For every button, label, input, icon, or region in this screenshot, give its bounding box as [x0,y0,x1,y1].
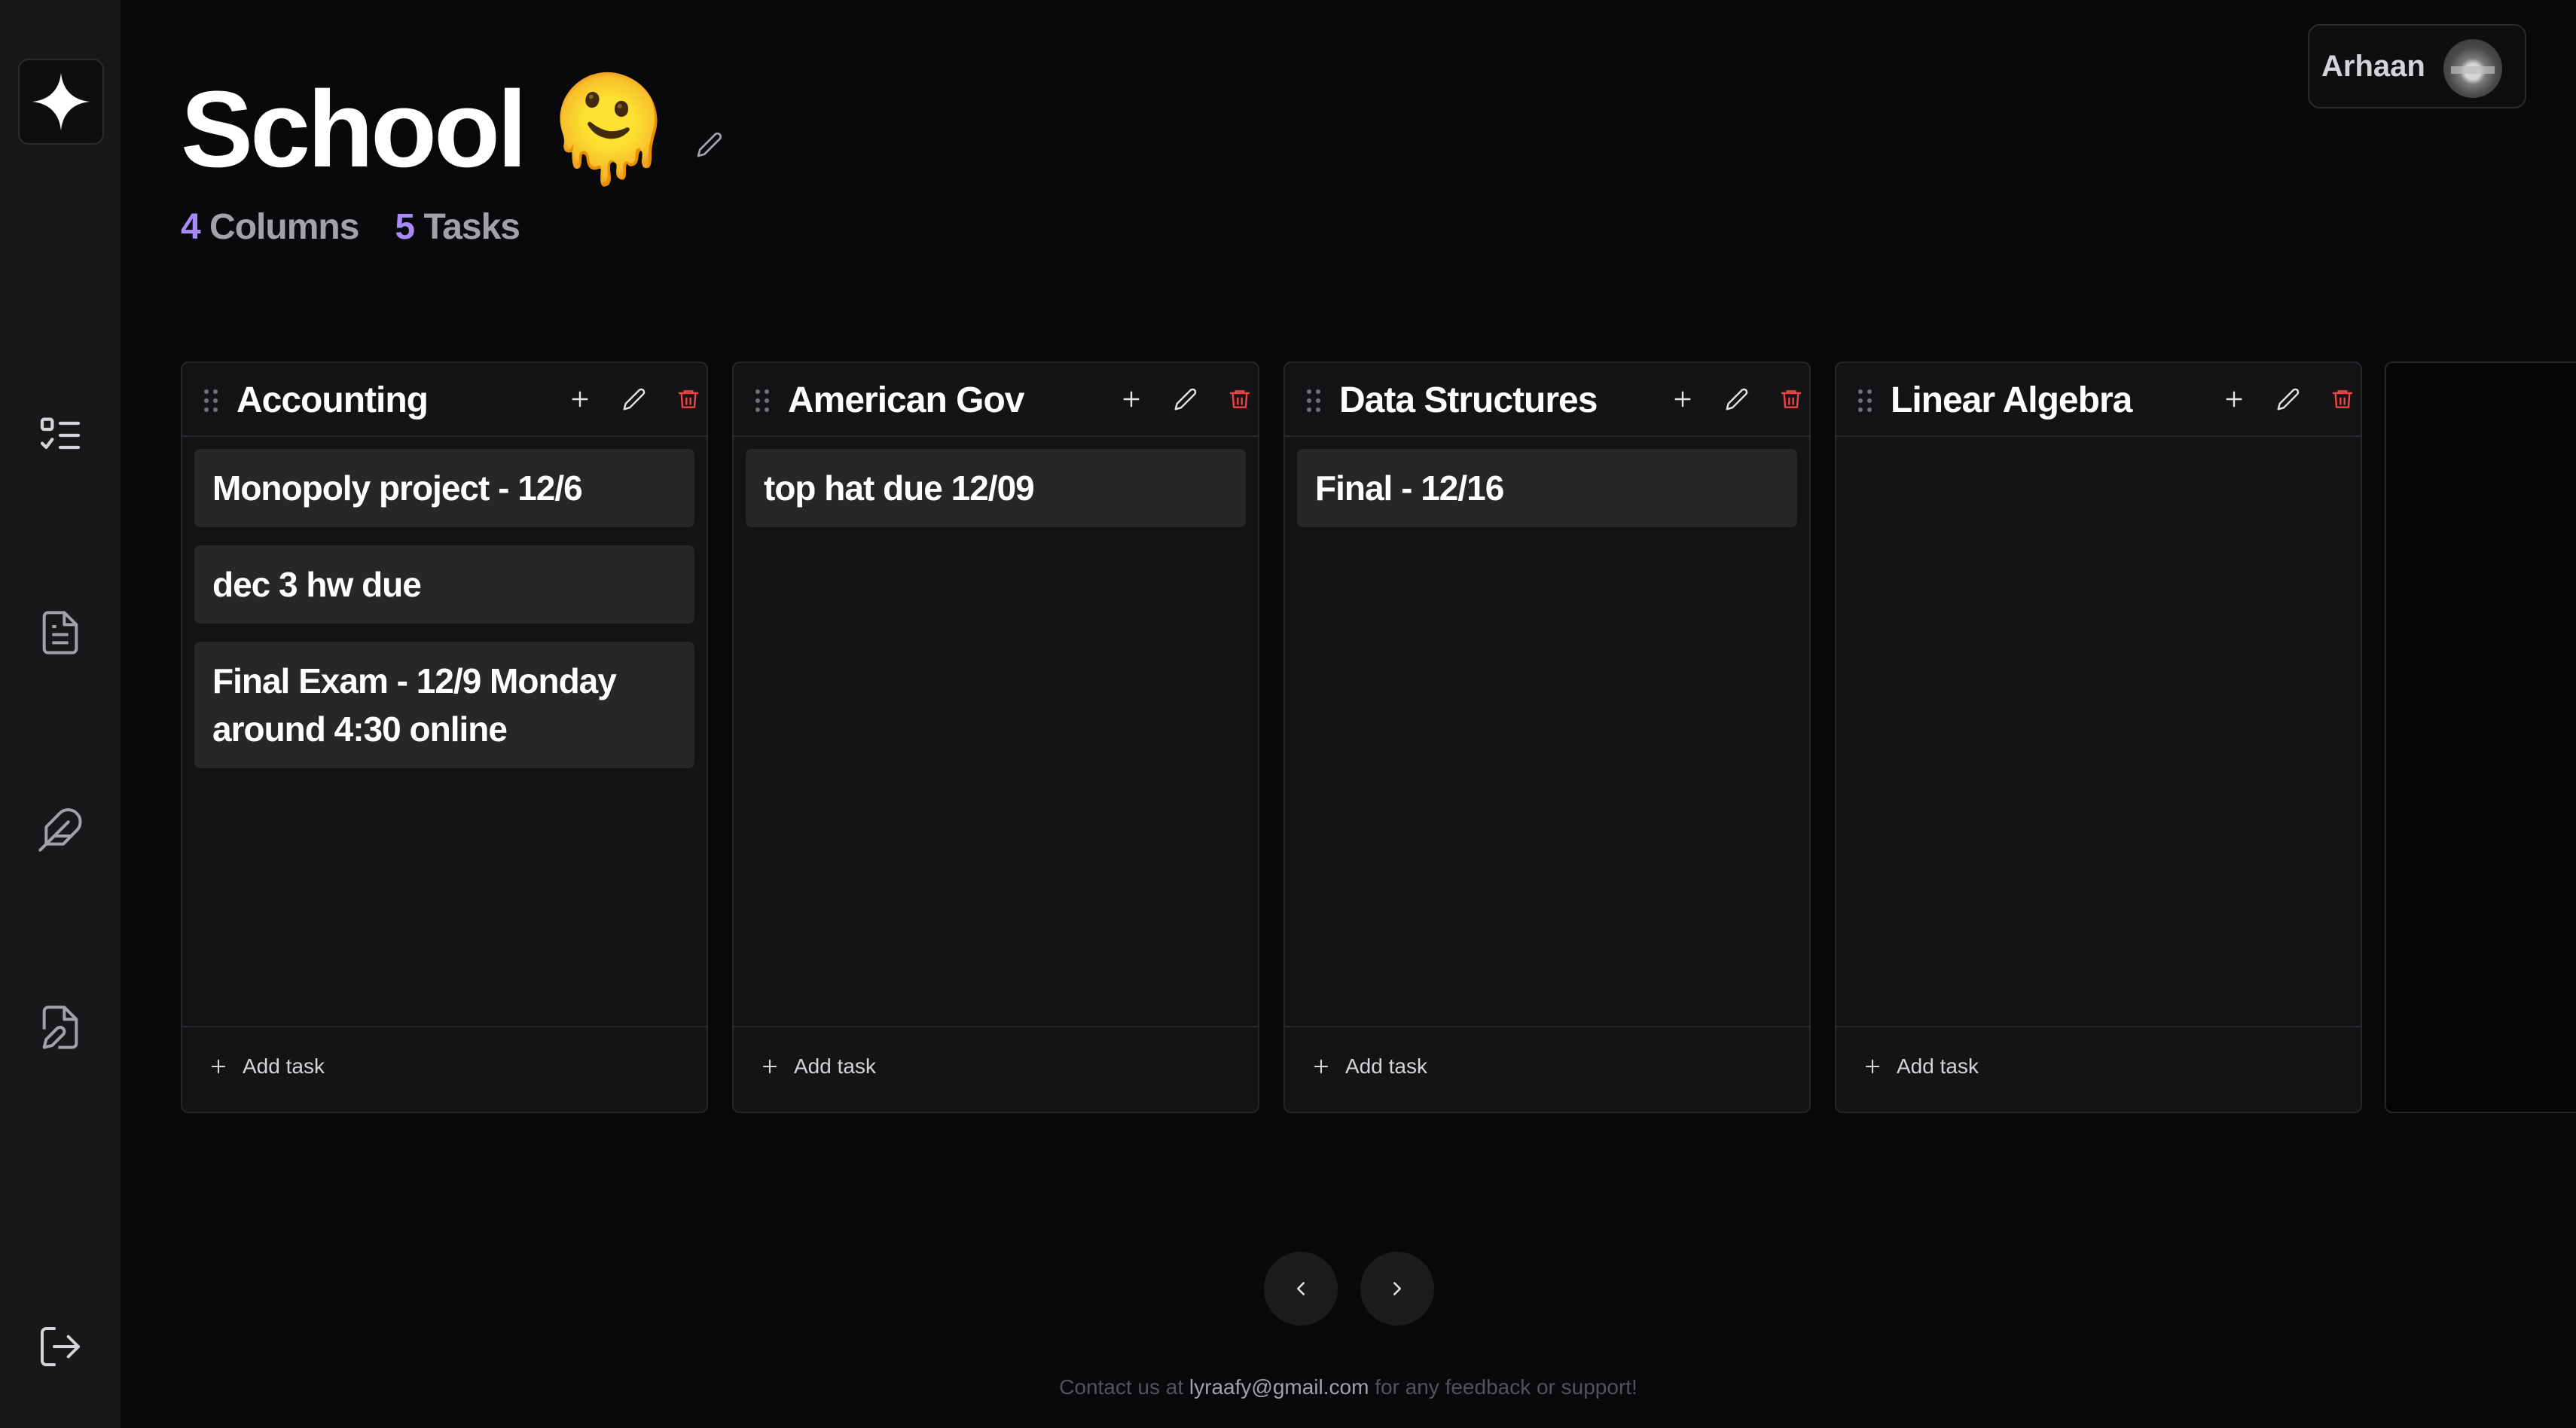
delete-column-button[interactable] [1223,383,1256,416]
app-logo[interactable] [18,59,104,145]
plus-icon [572,391,588,407]
page-title: School [181,69,527,190]
column-footer: Add task [1285,1026,1809,1112]
add-task-header-button[interactable] [2217,383,2251,416]
task-card[interactable]: dec 3 hw due [194,545,694,624]
add-task-button[interactable]: Add task [208,1054,325,1079]
edit-column-button[interactable] [618,383,651,416]
task-list-icon [40,417,81,450]
journal-nav-button[interactable] [33,803,87,857]
tasks-nav-button[interactable] [33,408,87,462]
task-card[interactable]: Final - 12/16 [1297,449,1797,527]
tasks-stat: 5 Tasks [395,207,520,247]
chevron-left-icon [1297,1282,1305,1295]
trash-icon [2332,390,2353,408]
edit-column-button[interactable] [2272,383,2305,416]
column-header: Data Structures [1285,363,1809,437]
column-accounting: Accounting Monopoly project - 12/6 dec 3… [181,362,708,1113]
add-task-header-button[interactable] [563,383,597,416]
edit-column-button[interactable] [1169,383,1202,416]
pencil-icon [2277,388,2300,410]
board-header: School 🫠 [181,69,723,190]
column-footer: Add task [1836,1026,2361,1112]
task-card[interactable]: Final Exam - 12/9 Monday around 4:30 onl… [194,642,694,768]
add-column-placeholder[interactable] [2385,362,2576,1113]
add-task-button[interactable]: Add task [759,1054,876,1079]
user-menu-button[interactable]: Arhaan [2308,24,2526,108]
logout-button[interactable] [33,1320,87,1374]
column-linear-algebra: Linear Algebra Add task [1835,362,2362,1113]
sparkle-logo-icon [32,72,90,131]
plus-icon [1674,391,1691,407]
edit-title-pencil-icon[interactable] [696,131,723,158]
delete-column-button[interactable] [672,383,705,416]
plus-icon [1865,1059,1880,1074]
pencil-icon [1174,388,1197,410]
files-nav-button[interactable] [33,1000,87,1054]
notes-nav-button[interactable] [33,606,87,660]
task-card[interactable]: Monopoly project - 12/6 [194,449,694,527]
column-title: Accounting [237,380,429,420]
plus-icon [211,1059,226,1074]
avatar [2443,39,2502,98]
column-american-gov: American Gov top hat due 12/09 Add task [732,362,1259,1113]
edit-column-button[interactable] [1720,383,1753,416]
column-footer: Add task [734,1026,1258,1112]
scroll-left-button[interactable] [1264,1252,1338,1326]
board-stats: 4 Columns 5 Tasks [181,206,520,248]
trash-icon [678,390,699,408]
footer-prefix: Contact us at [1059,1375,1184,1399]
drag-handle-icon[interactable] [202,387,220,414]
contact-email-link[interactable]: lyraafy@gmail.com [1189,1375,1369,1399]
columns-stat: 4 Columns [181,207,359,247]
column-header: American Gov [734,363,1258,437]
user-name: Arhaan [2321,49,2425,83]
add-task-header-button[interactable] [1666,383,1699,416]
add-task-header-button[interactable] [1115,383,1148,416]
plus-icon [1123,391,1140,407]
add-task-button[interactable]: Add task [1311,1054,1427,1079]
drag-handle-icon[interactable] [1856,387,1874,414]
pencil-icon [623,388,646,410]
column-title: Linear Algebra [1891,380,2132,420]
drag-handle-icon[interactable] [753,387,771,414]
column-title: Data Structures [1339,380,1598,420]
sidebar [0,0,121,1428]
board-emoji[interactable]: 🫠 [544,78,673,182]
column-footer: Add task [182,1026,707,1112]
column-header: Accounting [182,363,707,437]
column-title: American Gov [788,380,1024,420]
column-data-structures: Data Structures Final - 12/16 Add task [1283,362,1811,1113]
drag-handle-icon[interactable] [1305,387,1323,414]
plus-icon [762,1059,777,1074]
file-edit-icon [42,1005,78,1049]
chevron-right-icon [1393,1282,1401,1295]
column-header: Linear Algebra [1836,363,2361,437]
task-card[interactable]: top hat due 12/09 [746,449,1246,527]
scroll-right-button[interactable] [1360,1252,1434,1326]
trash-icon [1781,390,1802,408]
plus-icon [1314,1059,1329,1074]
feather-icon [38,808,82,852]
trash-icon [1229,390,1250,408]
delete-column-button[interactable] [1775,383,1808,416]
pencil-icon [1726,388,1748,410]
delete-column-button[interactable] [2326,383,2359,416]
footer: Contact us at lyraafy@gmail.com for any … [0,1375,2576,1399]
add-task-button[interactable]: Add task [1862,1054,1979,1079]
footer-suffix: for any feedback or support! [1375,1375,1637,1399]
document-icon [42,611,78,654]
logout-icon [41,1327,80,1366]
plus-icon [2226,391,2242,407]
